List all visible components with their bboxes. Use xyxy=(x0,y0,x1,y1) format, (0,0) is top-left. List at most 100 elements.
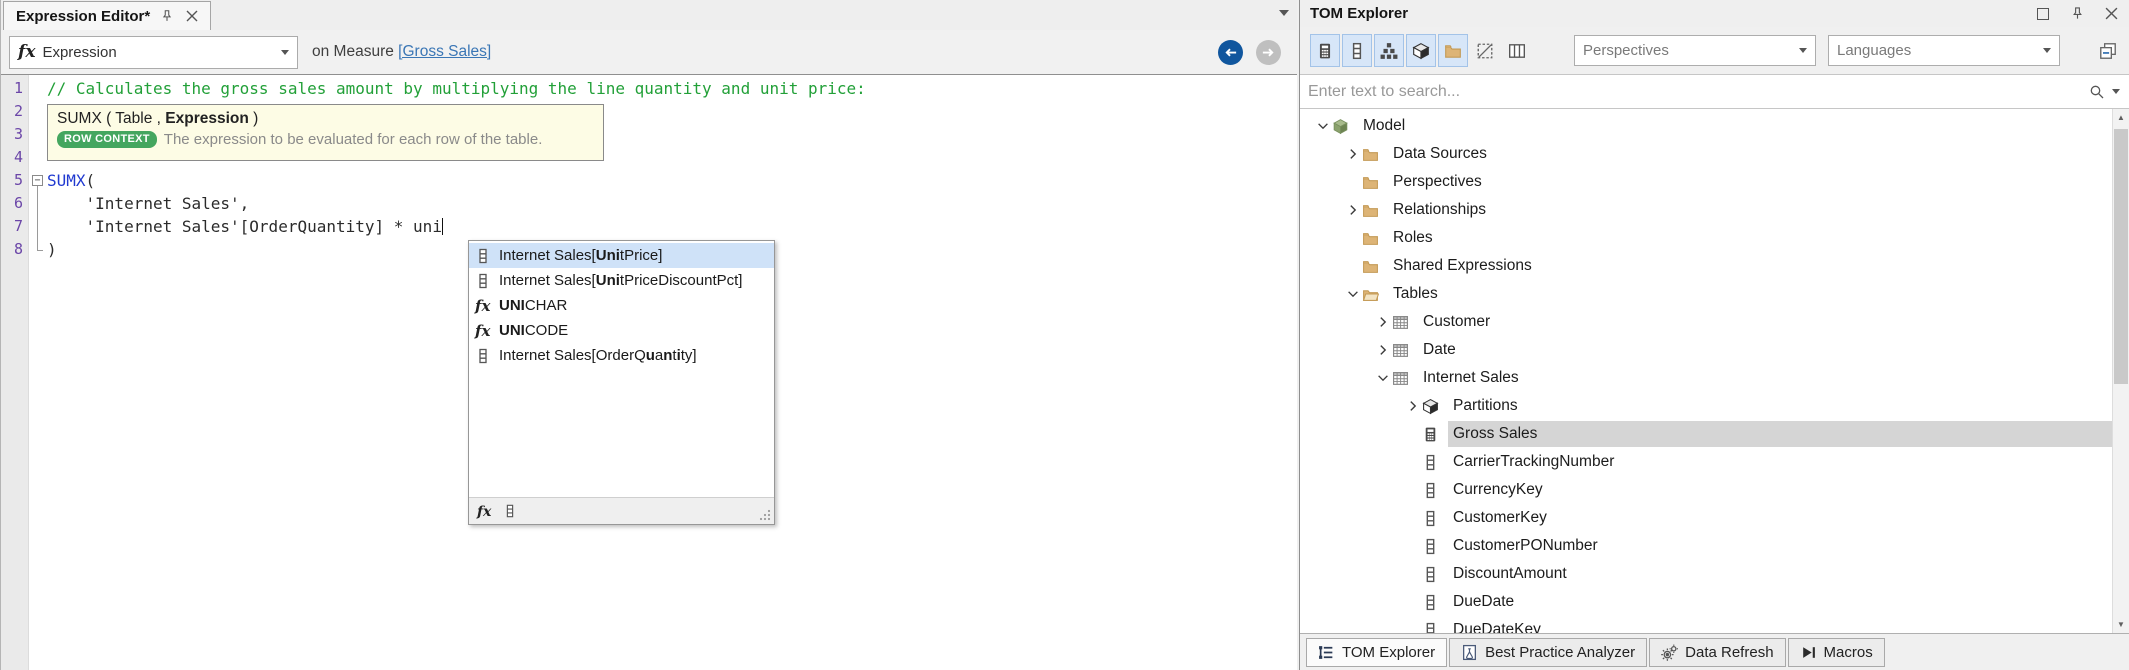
tree-item-model[interactable]: Model xyxy=(1300,112,2112,140)
fold-margin[interactable]: − xyxy=(29,169,47,192)
close-icon[interactable] xyxy=(184,8,200,24)
partition-icon xyxy=(1422,398,1448,415)
tree-item-customer[interactable]: Customer xyxy=(1300,308,2112,336)
line-number: 3 xyxy=(1,123,29,146)
autocomplete-item[interactable]: fxUNICODE xyxy=(469,318,774,343)
history-nav xyxy=(1218,40,1281,65)
tab-expression-editor[interactable]: Expression Editor* xyxy=(3,1,211,30)
restore-icon[interactable] xyxy=(2035,6,2051,22)
tree-item-duedate[interactable]: DueDate xyxy=(1300,588,2112,616)
autocomplete-filter-bar: fx xyxy=(469,497,774,524)
panel-menu-arrow-icon[interactable] xyxy=(1279,10,1289,16)
languages-dropdown[interactable]: Languages xyxy=(1828,35,2060,66)
tree-item-perspectives[interactable]: Perspectives xyxy=(1300,168,2112,196)
resize-grip[interactable] xyxy=(758,508,771,521)
code-text: SUMX( xyxy=(47,169,95,192)
dax-code-editor[interactable]: 1// Calculates the gross sales amount by… xyxy=(1,75,1297,670)
tom-explorer-toolbar: Perspectives Languages xyxy=(1300,27,2129,74)
tom-explorer-panel: TOM Explorer Perspectives Languages xyxy=(1299,0,2129,670)
perspectives-label: Perspectives xyxy=(1583,42,1799,59)
tree-item-data-sources[interactable]: Data Sources xyxy=(1300,140,2112,168)
pin-icon[interactable] xyxy=(159,8,175,24)
tab-tom-explorer[interactable]: TOM Explorer xyxy=(1306,638,1447,667)
chevron-right-icon[interactable] xyxy=(1374,343,1392,357)
tab-macros[interactable]: Macros xyxy=(1788,638,1885,667)
column-filter-icon[interactable] xyxy=(503,504,517,518)
autocomplete-item[interactable]: Internet Sales[UnitPriceDiscountPct] xyxy=(469,268,774,293)
chevron-down-icon[interactable] xyxy=(1374,371,1392,385)
tree-item-shared-expressions[interactable]: Shared Expressions xyxy=(1300,252,2112,280)
toggle-folder-button[interactable] xyxy=(1438,34,1468,67)
expression-type-label: Expression xyxy=(42,44,281,61)
chevron-right-icon[interactable] xyxy=(1344,203,1362,217)
tree-item-roles[interactable]: Roles xyxy=(1300,224,2112,252)
tab-label: Best Practice Analyzer xyxy=(1485,644,1635,661)
tree-item-customerponumber[interactable]: CustomerPONumber xyxy=(1300,532,2112,560)
fx-filter-icon[interactable]: fx xyxy=(477,503,491,520)
code-text: 'Internet Sales', xyxy=(47,192,249,215)
tree-item-label: CustomerKey xyxy=(1453,509,1547,527)
expression-editor-tab-title: Expression Editor* xyxy=(16,8,150,25)
tree-item-label: CustomerPONumber xyxy=(1453,537,1598,555)
expression-type-dropdown[interactable]: fx Expression xyxy=(9,36,298,69)
column-icon xyxy=(1422,454,1448,471)
tree-item-currencykey[interactable]: CurrencyKey xyxy=(1300,476,2112,504)
code-line: 5−SUMX( xyxy=(1,169,1297,192)
toggle-hierarchy-button[interactable] xyxy=(1374,34,1404,67)
scroll-up-button[interactable]: ▲ xyxy=(2113,109,2129,126)
tab-best-practice-analyzer[interactable]: Best Practice Analyzer xyxy=(1449,638,1647,667)
tree-item-label: Roles xyxy=(1393,229,1433,247)
collapse-all-button[interactable] xyxy=(2093,36,2123,66)
chevron-right-icon[interactable] xyxy=(1344,147,1362,161)
chevron-down-icon[interactable] xyxy=(1344,287,1362,301)
toggle-partition-button[interactable] xyxy=(1406,34,1436,67)
tree-item-discountamount[interactable]: DiscountAmount xyxy=(1300,560,2112,588)
tree-item-relationships[interactable]: Relationships xyxy=(1300,196,2112,224)
row-context-badge: ROW CONTEXT xyxy=(57,131,157,148)
expression-editor-tabstrip: Expression Editor* xyxy=(1,0,1297,30)
tree-item-carriertrackingnumber[interactable]: CarrierTrackingNumber xyxy=(1300,448,2112,476)
column-icon xyxy=(1422,594,1448,611)
tree-item-date[interactable]: Date xyxy=(1300,336,2112,364)
expression-toolbar: fx Expression on Measure [Gross Sales] xyxy=(1,30,1297,75)
toggle-calculator-button[interactable] xyxy=(1310,34,1340,67)
calculator-icon xyxy=(1422,426,1448,443)
toggle-hidden-objects-button[interactable] xyxy=(1470,34,1500,67)
tree-item-internet-sales[interactable]: Internet Sales xyxy=(1300,364,2112,392)
toggle-column-button[interactable] xyxy=(1342,34,1372,67)
tree-item-tables[interactable]: Tables xyxy=(1300,280,2112,308)
search-icon[interactable] xyxy=(2089,84,2105,100)
scroll-down-button[interactable]: ▼ xyxy=(2113,616,2129,633)
chevron-right-icon[interactable] xyxy=(1404,399,1422,413)
tree-item-partitions[interactable]: Partitions xyxy=(1300,392,2112,420)
chevron-down-icon[interactable] xyxy=(1314,119,1332,133)
pin-icon[interactable] xyxy=(2069,6,2085,22)
vertical-scrollbar[interactable]: ▲ ▼ xyxy=(2112,109,2129,633)
columns-layout-icon xyxy=(1508,42,1526,60)
autocomplete-item[interactable]: fxUNICHAR xyxy=(469,293,774,318)
autocomplete-item[interactable]: Internet Sales[UnitPrice] xyxy=(469,243,774,268)
autocomplete-item[interactable]: Internet Sales[OrderQuantity] xyxy=(469,343,774,368)
close-icon[interactable] xyxy=(2103,6,2119,22)
line-number: 2 xyxy=(1,100,29,123)
code-line: 7 'Internet Sales'[OrderQuantity] * uni xyxy=(1,215,1297,238)
back-button[interactable] xyxy=(1218,40,1243,65)
search-options-arrow-icon[interactable] xyxy=(2112,89,2120,94)
toggle-columns-layout-button[interactable] xyxy=(1502,34,1532,67)
chevron-right-icon[interactable] xyxy=(1374,315,1392,329)
perspectives-dropdown[interactable]: Perspectives xyxy=(1574,35,1816,66)
scrollbar-thumb[interactable] xyxy=(2114,129,2128,384)
tree-item-label: CarrierTrackingNumber xyxy=(1453,453,1614,471)
fold-collapse-box[interactable]: − xyxy=(32,175,43,186)
fold-margin xyxy=(29,215,47,238)
search-input[interactable] xyxy=(1300,83,2089,101)
tab-data-refresh[interactable]: Data Refresh xyxy=(1649,638,1785,667)
forward-button[interactable] xyxy=(1256,40,1281,65)
tree-item-customerkey[interactable]: CustomerKey xyxy=(1300,504,2112,532)
autocomplete-list: Internet Sales[UnitPrice]Internet Sales[… xyxy=(469,241,774,497)
search-bar xyxy=(1300,74,2129,109)
tree-item-gross-sales[interactable]: Gross Sales xyxy=(1300,420,2112,448)
column-icon xyxy=(475,348,499,364)
measure-link[interactable]: [Gross Sales] xyxy=(398,43,491,60)
tree-item-duedatekey[interactable]: DueDateKey xyxy=(1300,616,2112,633)
